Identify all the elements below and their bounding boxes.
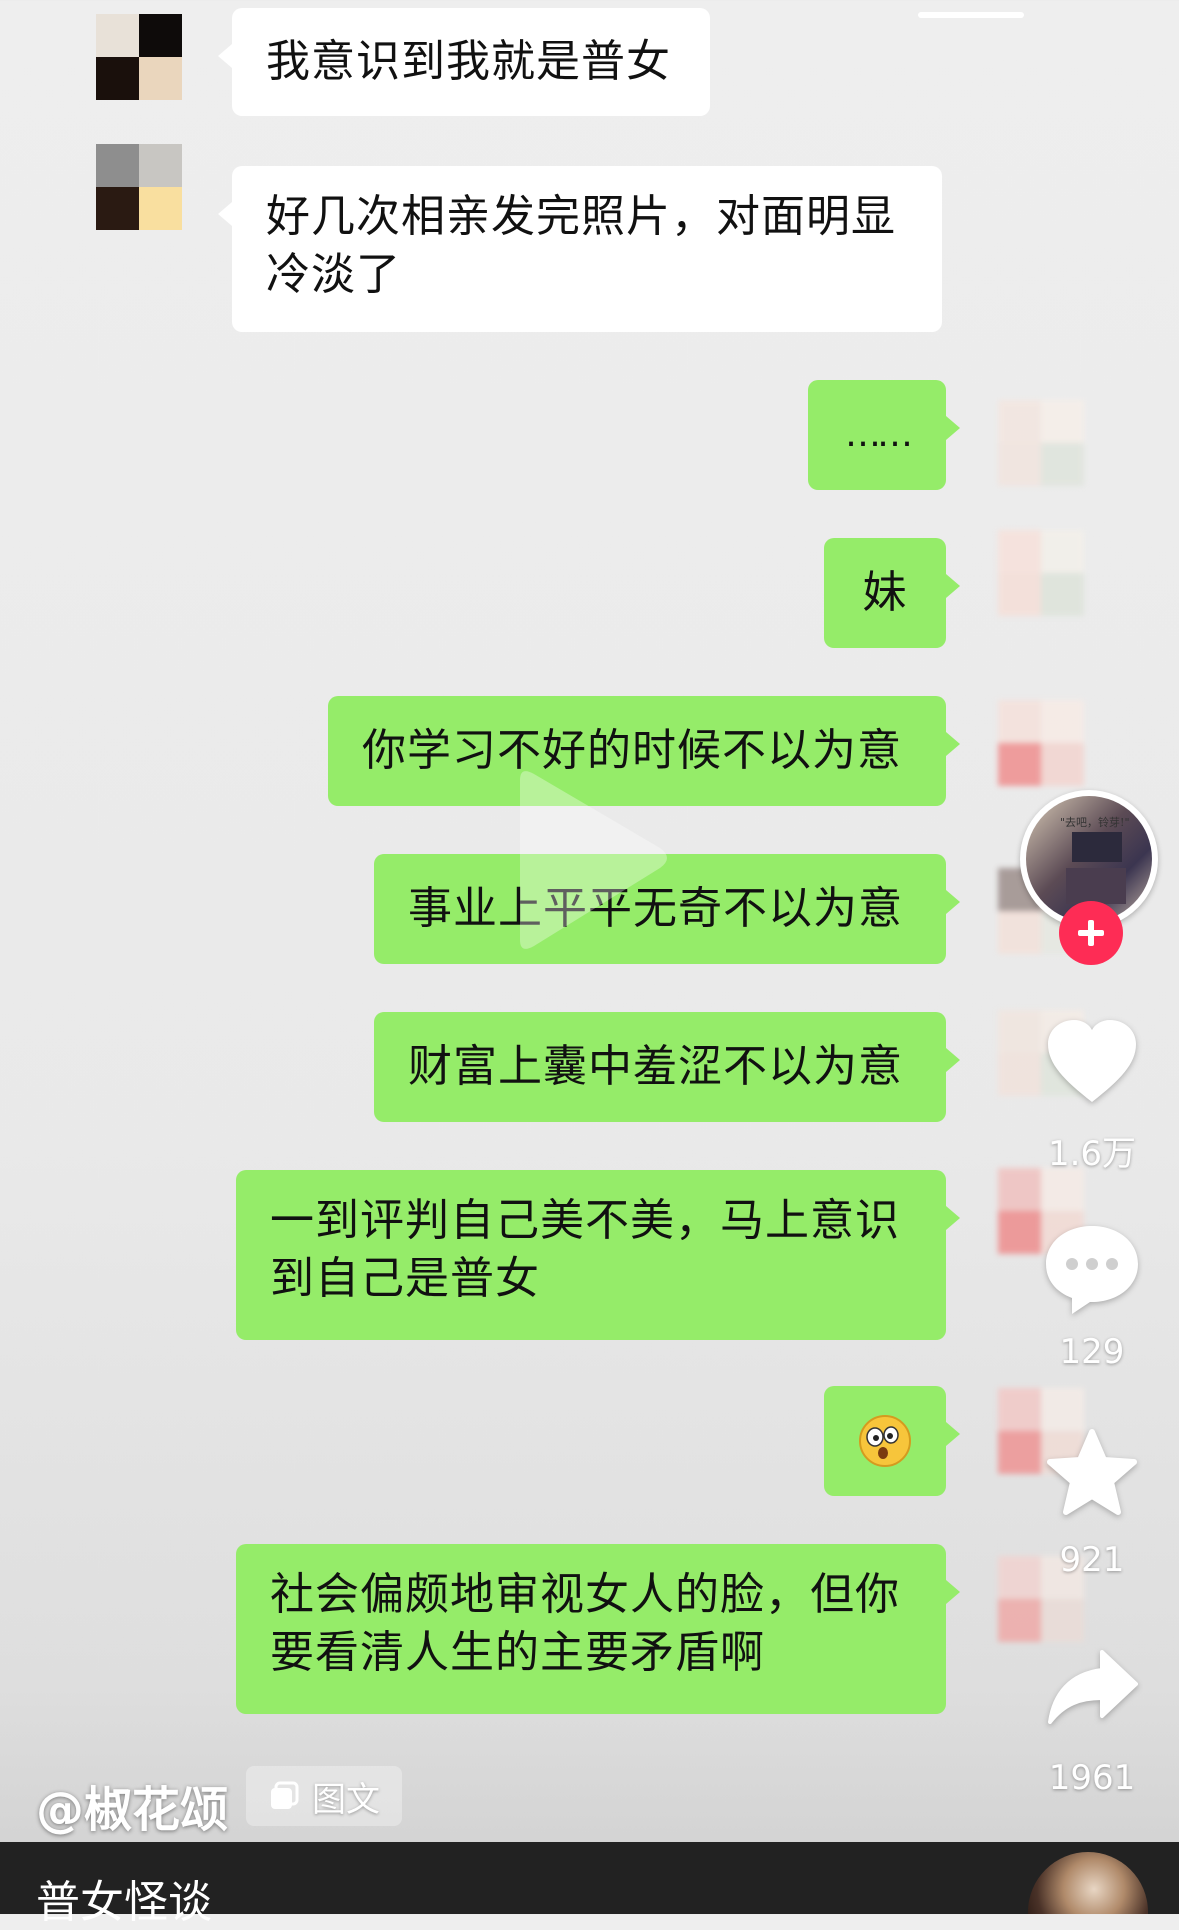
message-bubble-sent[interactable]: 妹	[824, 538, 960, 648]
avatar[interactable]	[998, 700, 1084, 786]
avatar[interactable]	[998, 400, 1084, 486]
comment-icon[interactable]	[1042, 1222, 1142, 1318]
star-icon[interactable]	[1044, 1428, 1140, 1520]
share-icon[interactable]	[1046, 1648, 1140, 1726]
message-bubble-sent[interactable]: 社会偏颇地审视女人的脸，但你 要看清人生的主要矛盾啊	[236, 1544, 960, 1714]
share-count: 1961	[1048, 1758, 1136, 1798]
avatar[interactable]	[998, 530, 1084, 616]
message-text: 我意识到我就是普女	[266, 36, 671, 87]
message-bubble-sent[interactable]	[824, 1386, 960, 1496]
message-text: 妹	[862, 567, 908, 618]
play-icon[interactable]	[500, 760, 680, 960]
message-bubble-sent[interactable]: 一到评判自己美不美，马上意识 到自己是普女	[236, 1170, 960, 1340]
image-text-icon	[271, 1781, 299, 1809]
follow-button[interactable]	[1059, 901, 1123, 965]
message-text: 一到评判自己美不美，马上意识 到自己是普女	[270, 1195, 900, 1304]
favorite-count: 921	[1059, 1540, 1125, 1580]
message-text: 财富上囊中羞涩不以为意	[408, 1041, 903, 1092]
heart-icon[interactable]	[1044, 1018, 1140, 1106]
post-type-label: 图文	[312, 1779, 380, 1820]
music-title[interactable]: 普女怪谈	[36, 1866, 212, 1930]
message-text: ……	[845, 414, 913, 455]
drag-handle[interactable]	[918, 12, 1024, 18]
message-bubble-sent[interactable]: ……	[808, 380, 960, 490]
author-name[interactable]: @椒花颂	[36, 1770, 228, 1840]
message-text: 社会偏颇地审视女人的脸，但你 要看清人生的主要矛盾啊	[270, 1569, 900, 1678]
creator-card-text: "去吧，铃芽!"	[1060, 816, 1130, 829]
message-text: 好几次相亲发完照片，对面明显 冷淡了	[266, 191, 896, 300]
post-type-tag[interactable]: 图文	[246, 1766, 402, 1826]
like-count: 1.6万	[1047, 1134, 1137, 1174]
avatar-pixel	[139, 187, 182, 230]
surprised-face-emoji	[859, 1415, 911, 1467]
comment-count: 129	[1059, 1332, 1125, 1372]
plus-icon	[1078, 920, 1104, 946]
message-bubble-sent[interactable]: 财富上囊中羞涩不以为意	[374, 1012, 960, 1122]
avatar-pixel	[96, 187, 139, 230]
avatar[interactable]	[96, 14, 182, 100]
message-bubble-received[interactable]: 好几次相亲发完照片，对面明显 冷淡了	[218, 166, 942, 332]
message-bubble-received[interactable]: 我意识到我就是普女	[218, 8, 710, 116]
